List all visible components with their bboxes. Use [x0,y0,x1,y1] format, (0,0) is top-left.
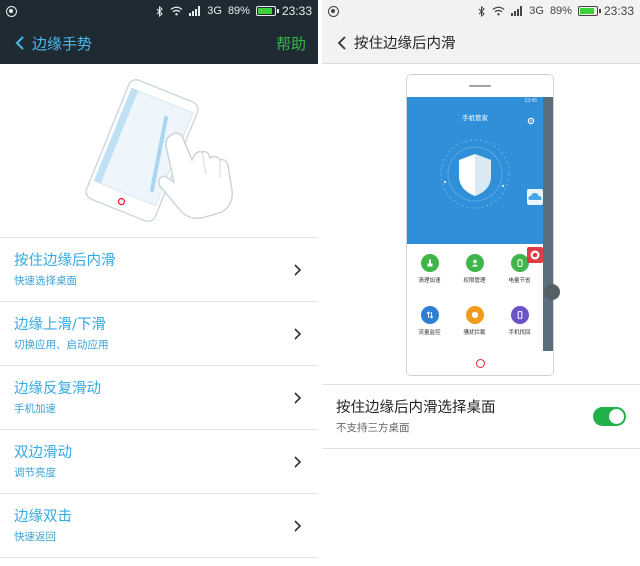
wifi-icon [492,6,505,16]
chevron-right-icon [292,262,304,278]
menu-item-press-edge-swipe[interactable]: 按住边缘后内滑 快速选择桌面 [0,238,318,302]
battery-icon [255,6,279,16]
menu-item-dual-edge[interactable]: 双边滑动 调节亮度 [0,430,318,494]
tool-item[interactable]: 骚扰拦截 [452,296,497,348]
enable-toggle[interactable] [593,407,626,426]
tool-item[interactable]: 权限管理 [452,244,497,296]
shield-person-icon [465,254,484,272]
cloud-icon [527,189,543,205]
menu-item-subtitle: 切换应用、启动应用 [14,338,109,351]
left-screen: 3G 89% 23:33 边缘手势 帮助 按住边缘后内滑 快速选择桌面 边缘上滑… [0,0,318,566]
mini-app-title: 手机管家 [462,114,488,122]
tool-label: 手机找回 [508,330,531,336]
bluetooth-icon [478,5,486,17]
app-bar: 按住边缘后内滑 [322,22,640,64]
bluetooth-icon [156,5,164,17]
notification-icon [328,5,339,17]
battery-percent: 89% [227,5,250,17]
phone-hand-illustration [85,79,233,223]
page-title: 边缘手势 [32,34,93,53]
phone-screen: 13:45 手机管家 清理加速 权限管理 电量节省 流量监控 骚扰拦截 手机找回 [407,97,543,351]
menu-item-title: 双边滑动 [14,444,72,461]
page-title: 按住边缘后内滑 [354,36,456,52]
menu-item-subtitle: 手机加速 [14,402,56,415]
setting-press-edge-choose-desktop[interactable]: 按住边缘后内滑选择桌面 不支持三方桌面 [322,385,640,449]
signal-icon [511,6,523,16]
battery-icon [510,254,529,272]
app-bar: 边缘手势 帮助 [0,22,318,64]
chevron-right-icon [292,390,304,406]
setting-title: 按住边缘后内滑选择桌面 [336,399,496,416]
app-shortcut-icon [527,247,543,263]
menu-item-subtitle: 快速返回 [14,530,56,543]
notification-icon [6,5,17,17]
mini-status-time: 13:45 [407,97,543,106]
tool-item[interactable]: 手机找回 [497,296,542,348]
security-header: 手机管家 [407,106,543,244]
chevron-right-icon [292,518,304,534]
battery-icon [577,6,601,16]
gesture-illustration [0,64,318,238]
back-arrow-icon[interactable] [12,33,28,53]
tool-label: 骚扰拦截 [463,330,486,336]
menu-item-subtitle: 快速选择桌面 [14,274,77,287]
phone-find-icon [510,306,529,324]
menu-item-edge-double-tap[interactable]: 边缘双击 快速返回 [0,494,318,558]
chevron-right-icon [292,326,304,342]
chevron-right-icon [292,454,304,470]
status-bar: 3G 89% 23:33 [0,0,318,22]
gesture-preview: 13:45 手机管家 清理加速 权限管理 电量节省 流量监控 骚扰拦截 手机找回 [322,64,640,385]
menu-item-title: 边缘双击 [14,508,72,525]
tool-item[interactable]: 流量监控 [407,296,452,348]
battery-percent: 89% [549,5,572,17]
tool-label: 清理加速 [418,278,441,284]
menu-item-title: 边缘上滑/下滑 [14,316,106,333]
block-icon [465,306,484,324]
setting-subtitle: 不支持三方桌面 [336,421,410,434]
clock: 23:33 [281,4,312,18]
shield-icon [440,139,510,209]
network-type: 3G [207,5,222,17]
tool-label: 流量监控 [418,330,441,336]
right-screen: 3G 89% 23:33 按住边缘后内滑 13:45 手机管家 清理加速 权限管… [322,0,640,566]
back-arrow-icon[interactable] [334,33,350,53]
menu-item-title: 按住边缘后内滑 [14,252,116,269]
traffic-icon [420,306,439,324]
menu-item-edge-up-down[interactable]: 边缘上滑/下滑 切换应用、启动应用 [0,302,318,366]
edge-drag-handle [544,284,560,300]
tool-grid: 清理加速 权限管理 电量节省 流量监控 骚扰拦截 手机找回 [407,244,543,348]
gear-icon [527,110,535,129]
tool-item[interactable]: 清理加速 [407,244,452,296]
menu-item-edge-repeat[interactable]: 边缘反复滑动 手机加速 [0,366,318,430]
tool-label: 电量节省 [508,278,531,284]
edge-panel [543,97,553,351]
speaker [469,85,491,87]
signal-icon [189,6,201,16]
toggle-knob [609,409,624,424]
menu-item-subtitle: 调节亮度 [14,466,56,479]
help-button[interactable]: 帮助 [276,33,306,54]
wifi-icon [170,6,183,16]
home-button [475,358,485,368]
clock: 23:33 [603,4,634,18]
menu-item-title: 边缘反复滑动 [14,380,101,397]
status-bar: 3G 89% 23:33 [322,0,640,22]
phone-mockup: 13:45 手机管家 清理加速 权限管理 电量节省 流量监控 骚扰拦截 手机找回 [406,74,554,376]
screenshot-pair: 3G 89% 23:33 边缘手势 帮助 按住边缘后内滑 快速选择桌面 边缘上滑… [0,0,640,566]
broom-icon [420,254,439,272]
tool-label: 权限管理 [463,278,486,284]
network-type: 3G [529,5,544,17]
